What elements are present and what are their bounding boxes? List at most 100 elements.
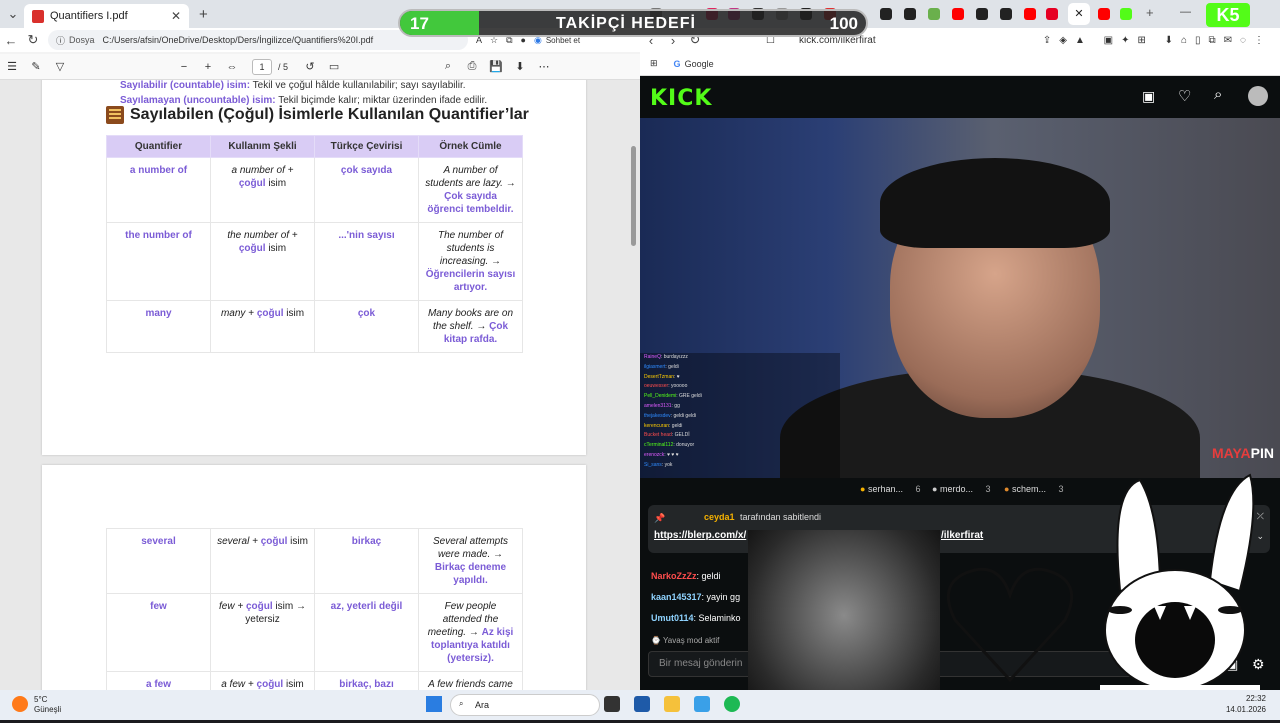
pinned-link[interactable]: https://blerp.com/x/	[654, 530, 746, 541]
save-as-icon[interactable]: ⬇	[508, 60, 532, 73]
zoom-out-icon[interactable]: −	[172, 61, 196, 73]
pdf-icon	[32, 9, 44, 23]
pdf-page-1: Sayılabilir (countable) isim: Tekil ve ç…	[42, 80, 586, 455]
windows-taskbar: 5°C Güneşli ⌕ Ara 22:32 14.01.2026	[0, 690, 1280, 720]
tab-favicon[interactable]	[880, 8, 892, 20]
tab-favicon[interactable]	[1120, 8, 1132, 20]
example-cell: Few people attended the meeting. → Az ki…	[418, 593, 523, 672]
abacus-icon	[106, 106, 124, 124]
new-tab-icon[interactable]: +	[199, 6, 208, 23]
slow-mode-notice: ⌚ Yavaş mod aktif	[651, 636, 720, 645]
spotify-icon[interactable]	[724, 696, 740, 712]
tab-favicon[interactable]	[976, 8, 988, 20]
tab-favicon[interactable]	[952, 8, 964, 20]
usage-cell: few + çoğul isim → yetersiz	[210, 593, 315, 672]
tab-favicon[interactable]	[1024, 8, 1036, 20]
quantifier-table-continued: several several + çoğul isim birkaç Seve…	[106, 528, 523, 690]
bookmark-google[interactable]: Google	[685, 59, 714, 69]
save-icon[interactable]: 💾	[484, 60, 508, 73]
video-chat-line: Bucket head: GELDİ	[644, 432, 690, 439]
active-tab-close-icon[interactable]: ✕	[1068, 3, 1090, 25]
follower-goal-bar: 17 TAKİPÇİ HEDEFİ 100	[398, 9, 868, 37]
tab-list-chevron-icon[interactable]: ⌄	[2, 6, 24, 22]
clock-date[interactable]: 14.01.2026	[1226, 705, 1266, 714]
tab-favicon[interactable]	[1098, 8, 1110, 20]
search-icon[interactable]: ⌕	[1214, 86, 1222, 103]
print-icon[interactable]: ⎙	[460, 60, 484, 73]
taskbar-search[interactable]: ⌕ Ara	[450, 694, 600, 716]
col-header-example: Örnek Cümle	[418, 135, 523, 158]
tab-quantifiers-pdf[interactable]: Quantifiers I.pdf ✕	[24, 4, 189, 28]
pin-icon: 📌	[654, 513, 666, 523]
chatter-2[interactable]: ● merdo... 3	[932, 484, 991, 494]
example-cell: Many books are on the shelf. → Çok kitap…	[418, 300, 523, 353]
chatter-1[interactable]: ● serhan... 6	[860, 484, 921, 494]
google-icon: G	[673, 58, 681, 69]
video-chat-line: Si_sans: yok	[644, 461, 673, 468]
pdf-page-2: several several + çoğul isim birkaç Seve…	[42, 465, 586, 690]
contents-icon[interactable]: ☰	[0, 60, 24, 73]
quantifier-cell: several	[106, 528, 211, 594]
kick-badge: K5	[1206, 3, 1250, 27]
video-chat-line: thejakesdev: geldi geldi	[644, 412, 696, 419]
more-icon[interactable]: ⋯	[532, 60, 556, 73]
chat-message: NarkoZzZz: geldi	[651, 571, 721, 581]
weather-desc[interactable]: Güneşli	[34, 705, 61, 714]
task-view-icon[interactable]	[604, 696, 620, 712]
draw-icon[interactable]: ▽	[48, 60, 72, 73]
slow-mode-icon: ⌚	[651, 636, 664, 645]
example-cell: The number of students is increasing. → …	[418, 222, 523, 301]
pinned-user[interactable]: ceyda1	[704, 512, 735, 522]
tab-favicon[interactable]	[904, 8, 916, 20]
goal-current: 17	[410, 14, 429, 33]
edge-icon[interactable]	[694, 696, 710, 712]
translation-cell: birkaç	[314, 528, 419, 594]
tab-title: Quantifiers I.pdf	[50, 10, 128, 22]
clips-icon[interactable]: ▣	[1142, 88, 1155, 105]
rotate-icon[interactable]: ↺	[298, 60, 322, 73]
table-row: many many + çoğul isim çok Many books ar…	[106, 300, 523, 353]
follow-heart-icon[interactable]: ♡	[1178, 87, 1191, 105]
zoom-in-icon[interactable]: +	[196, 61, 220, 73]
example-cell: A few friends came	[418, 671, 523, 690]
user-avatar[interactable]	[1248, 86, 1268, 106]
chatter-3[interactable]: ● schem... 3	[1004, 484, 1064, 494]
stream-video[interactable]: RaineQ: burdayızzz ilgiasmert: geldi Deser…	[640, 118, 1280, 478]
video-chat-line: Pell_Denidemi: GRE geldi	[644, 393, 702, 400]
usage-cell: a number of + çoğul isim	[210, 157, 315, 223]
new-tab-icon[interactable]: +	[1146, 5, 1154, 20]
start-windows-icon[interactable]	[426, 696, 442, 712]
search-icon[interactable]: ⌕	[436, 60, 460, 73]
extension-icons[interactable]: ⇪◈▲ ▣✦⊞ ⬇⌂▯⧉✉◌⋮	[1043, 35, 1272, 46]
goal-label: TAKİPÇİ HEDEFİ	[556, 15, 696, 32]
table-row: a number of a number of + çoğul isim çok…	[106, 157, 523, 223]
store-icon[interactable]	[634, 696, 650, 712]
pinned-link-tail[interactable]: /ilkerfirat	[941, 530, 983, 541]
tab-favicon[interactable]	[1046, 8, 1058, 20]
scrollbar[interactable]	[631, 146, 636, 246]
chat-message: Umut0114: Selaminko	[651, 613, 741, 623]
apps-grid-icon[interactable]: ⊞	[650, 58, 658, 69]
clock-time[interactable]: 22:32	[1246, 694, 1266, 703]
file-explorer-icon[interactable]	[664, 696, 680, 712]
highlight-icon[interactable]: ✎	[24, 60, 48, 73]
sponsor-logo: MAYAPIN	[1212, 445, 1274, 461]
back-icon[interactable]: ←	[0, 33, 22, 48]
tab-favicon[interactable]	[928, 8, 940, 20]
kick-logo[interactable]: KICK	[650, 86, 712, 111]
usage-cell: a few + çoğul isim	[210, 671, 315, 690]
weather-temp[interactable]: 5°C	[34, 695, 47, 704]
minimize-icon[interactable]: —	[1180, 6, 1191, 18]
intro-line-uncountable: Sayılamayan (uncountable) isim: Tekil bi…	[120, 95, 488, 106]
fit-page-icon[interactable]: ⇔	[220, 61, 244, 73]
example-cell: Several attempts were made. → Birkaç den…	[418, 528, 523, 594]
pinned-by-text: tarafından sabitlendi	[740, 512, 822, 522]
translation-cell: ...'nin sayısı	[314, 222, 419, 301]
pdf-document-area[interactable]: Sayılabilir (countable) isim: Tekil ve ç…	[0, 80, 640, 690]
reload-icon[interactable]: ↻	[22, 32, 44, 48]
page-view-icon[interactable]: ▭	[322, 60, 346, 73]
bunny-mascot	[1080, 470, 1280, 720]
close-tab-icon[interactable]: ✕	[171, 9, 181, 23]
tab-favicon[interactable]	[1000, 8, 1012, 20]
page-number-input[interactable]: 1	[252, 58, 272, 75]
